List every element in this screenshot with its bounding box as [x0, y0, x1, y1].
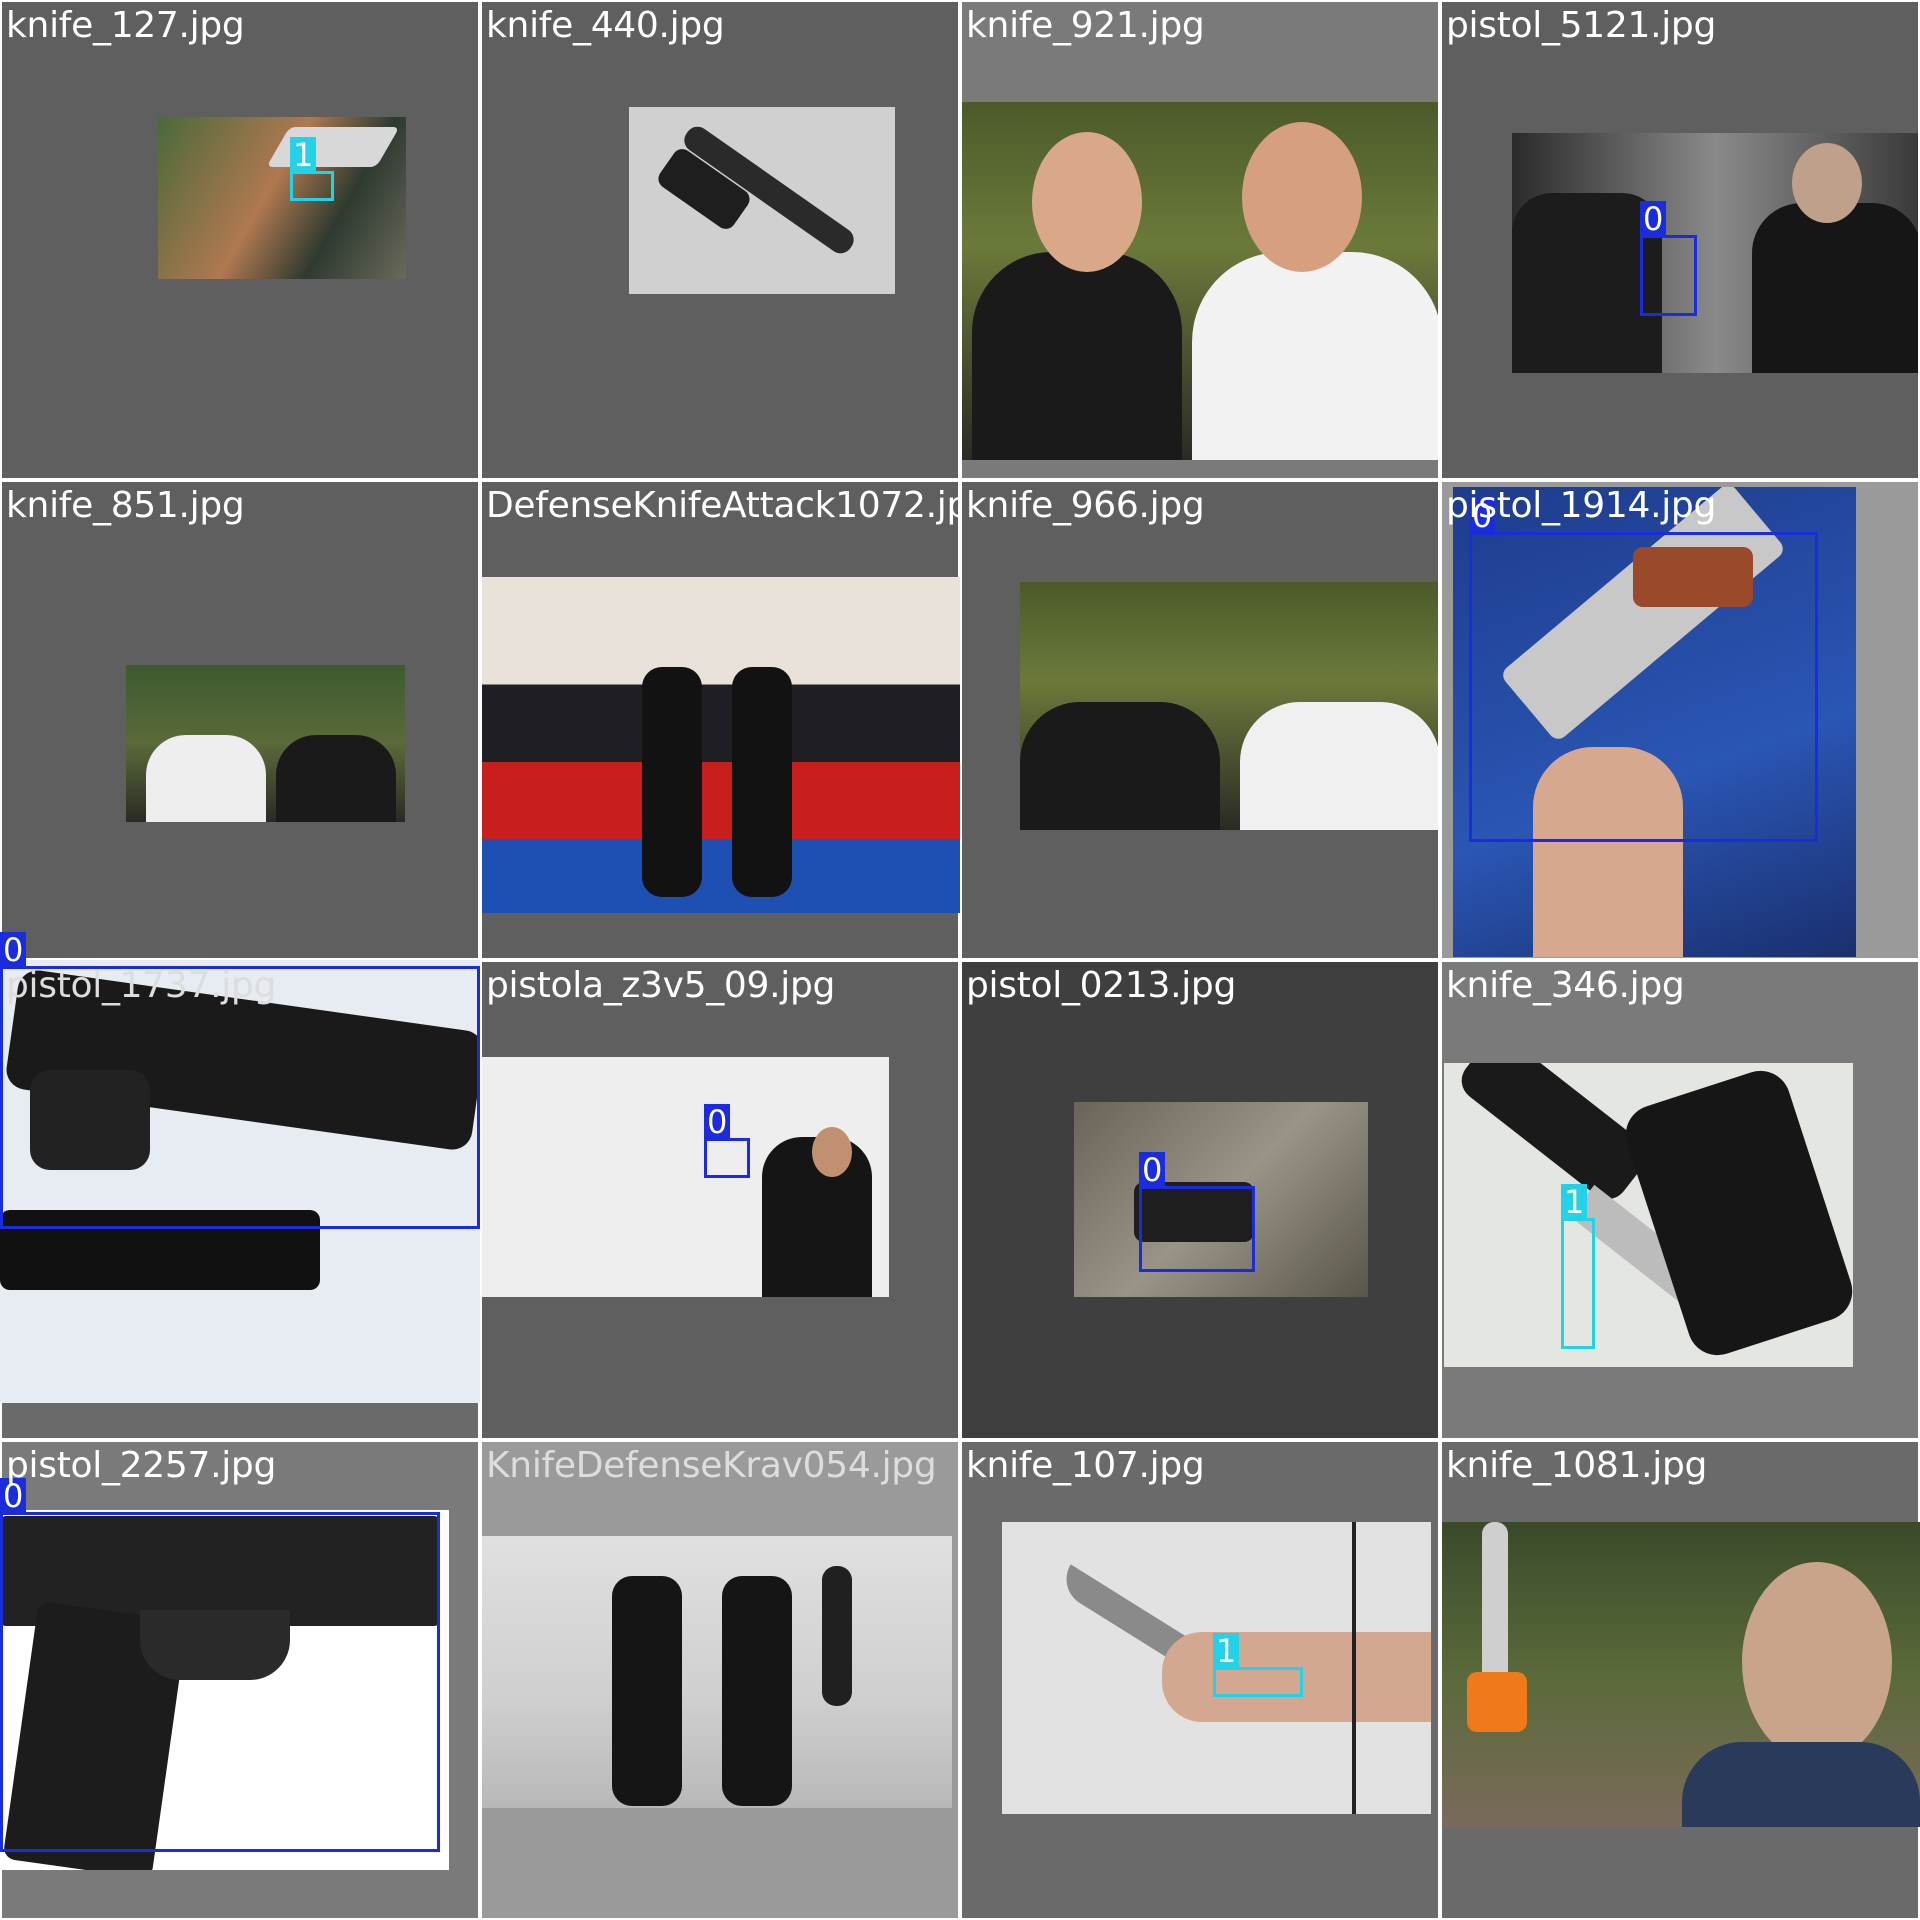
- thumbnail: [1444, 1063, 1853, 1367]
- filename-label: pistol_1914.jpg: [1446, 485, 1717, 526]
- tile-knife-966[interactable]: knife_966.jpg: [960, 480, 1440, 960]
- class-label: 0: [1640, 201, 1667, 237]
- filename-label: knife_346.jpg: [1446, 965, 1685, 1006]
- thumbnail: [482, 1057, 889, 1297]
- tile-knife-440[interactable]: knife_440.jpg: [480, 0, 960, 480]
- class-label: 1: [1213, 1633, 1240, 1669]
- class-label: 0: [1139, 1152, 1166, 1188]
- tile-knife-346[interactable]: 1 knife_346.jpg: [1440, 960, 1920, 1440]
- detection-box: [0, 1512, 440, 1852]
- tile-pistol-0213[interactable]: 0 pistol_0213.jpg: [960, 960, 1440, 1440]
- tile-knife-851[interactable]: knife_851.jpg: [0, 480, 480, 960]
- thumbnail: [126, 665, 405, 822]
- tile-pistol-1737[interactable]: 0 pistol_1737.jpg: [0, 932, 480, 1440]
- filename-label: knife_966.jpg: [966, 485, 1205, 526]
- detection-box: [1139, 1186, 1255, 1272]
- detection-box: [704, 1138, 750, 1178]
- thumbnail: [1020, 582, 1438, 830]
- tile-knife-127[interactable]: 1 knife_127.jpg: [0, 0, 480, 480]
- filename-label: pistola_z3v5_09.jpg: [486, 965, 836, 1006]
- tile-pistol-2257[interactable]: 0 pistol_2257.jpg: [0, 1440, 480, 1920]
- detection-box: [1561, 1218, 1595, 1349]
- tile-pistol-5121[interactable]: 0 pistol_5121.jpg: [1440, 0, 1920, 480]
- detection-box: [1640, 235, 1697, 316]
- thumbnail: [1442, 1522, 1920, 1827]
- thumbnail: [158, 117, 406, 279]
- class-label: 1: [1561, 1184, 1588, 1220]
- filename-label: knife_921.jpg: [966, 5, 1205, 46]
- tile-pistol-1914[interactable]: 0 pistol_1914.jpg: [1440, 480, 1920, 960]
- filename-label: knife_127.jpg: [6, 5, 245, 46]
- filename-label: knife_851.jpg: [6, 485, 245, 526]
- thumbnail: [482, 577, 960, 913]
- filename-label: pistol_1737.jpg: [6, 965, 277, 1006]
- thumbnail: [482, 1536, 952, 1808]
- filename-label: pistol_2257.jpg: [6, 1445, 277, 1486]
- tile-knife-107[interactable]: 1 knife_107.jpg: [960, 1440, 1440, 1920]
- filename-label: pistol_5121.jpg: [1446, 5, 1717, 46]
- filename-label: pistol_0213.jpg: [966, 965, 1237, 1006]
- detection-box: [1213, 1667, 1303, 1697]
- filename-label: knife_440.jpg: [486, 5, 725, 46]
- thumbnail: [1512, 133, 1918, 373]
- tile-knife-1081[interactable]: knife_1081.jpg: [1440, 1440, 1920, 1920]
- tile-defenseknifeattack1072[interactable]: DefenseKnifeAttack1072.jpg: [480, 480, 960, 960]
- detection-box: [290, 171, 334, 201]
- tile-knife-921[interactable]: knife_921.jpg: [960, 0, 1440, 480]
- filename-label: KnifeDefenseKrav054.jpg: [486, 1445, 937, 1486]
- class-label: 0: [0, 932, 27, 968]
- thumbnail: [629, 107, 895, 294]
- image-grid: 1 knife_127.jpg knife_440.jpg knife_921.…: [0, 0, 1920, 1920]
- tile-knifedefensekrav054[interactable]: KnifeDefenseKrav054.jpg: [480, 1440, 960, 1920]
- filename-label: knife_1081.jpg: [1446, 1445, 1708, 1486]
- class-label: 1: [290, 137, 317, 173]
- filename-label: knife_107.jpg: [966, 1445, 1205, 1486]
- tile-pistola-z3v5-09[interactable]: 0 pistola_z3v5_09.jpg: [480, 960, 960, 1440]
- class-label: 0: [704, 1104, 731, 1140]
- detection-box: [1469, 532, 1818, 842]
- thumbnail: [962, 102, 1438, 460]
- filename-label: DefenseKnifeAttack1072.jpg: [486, 485, 960, 526]
